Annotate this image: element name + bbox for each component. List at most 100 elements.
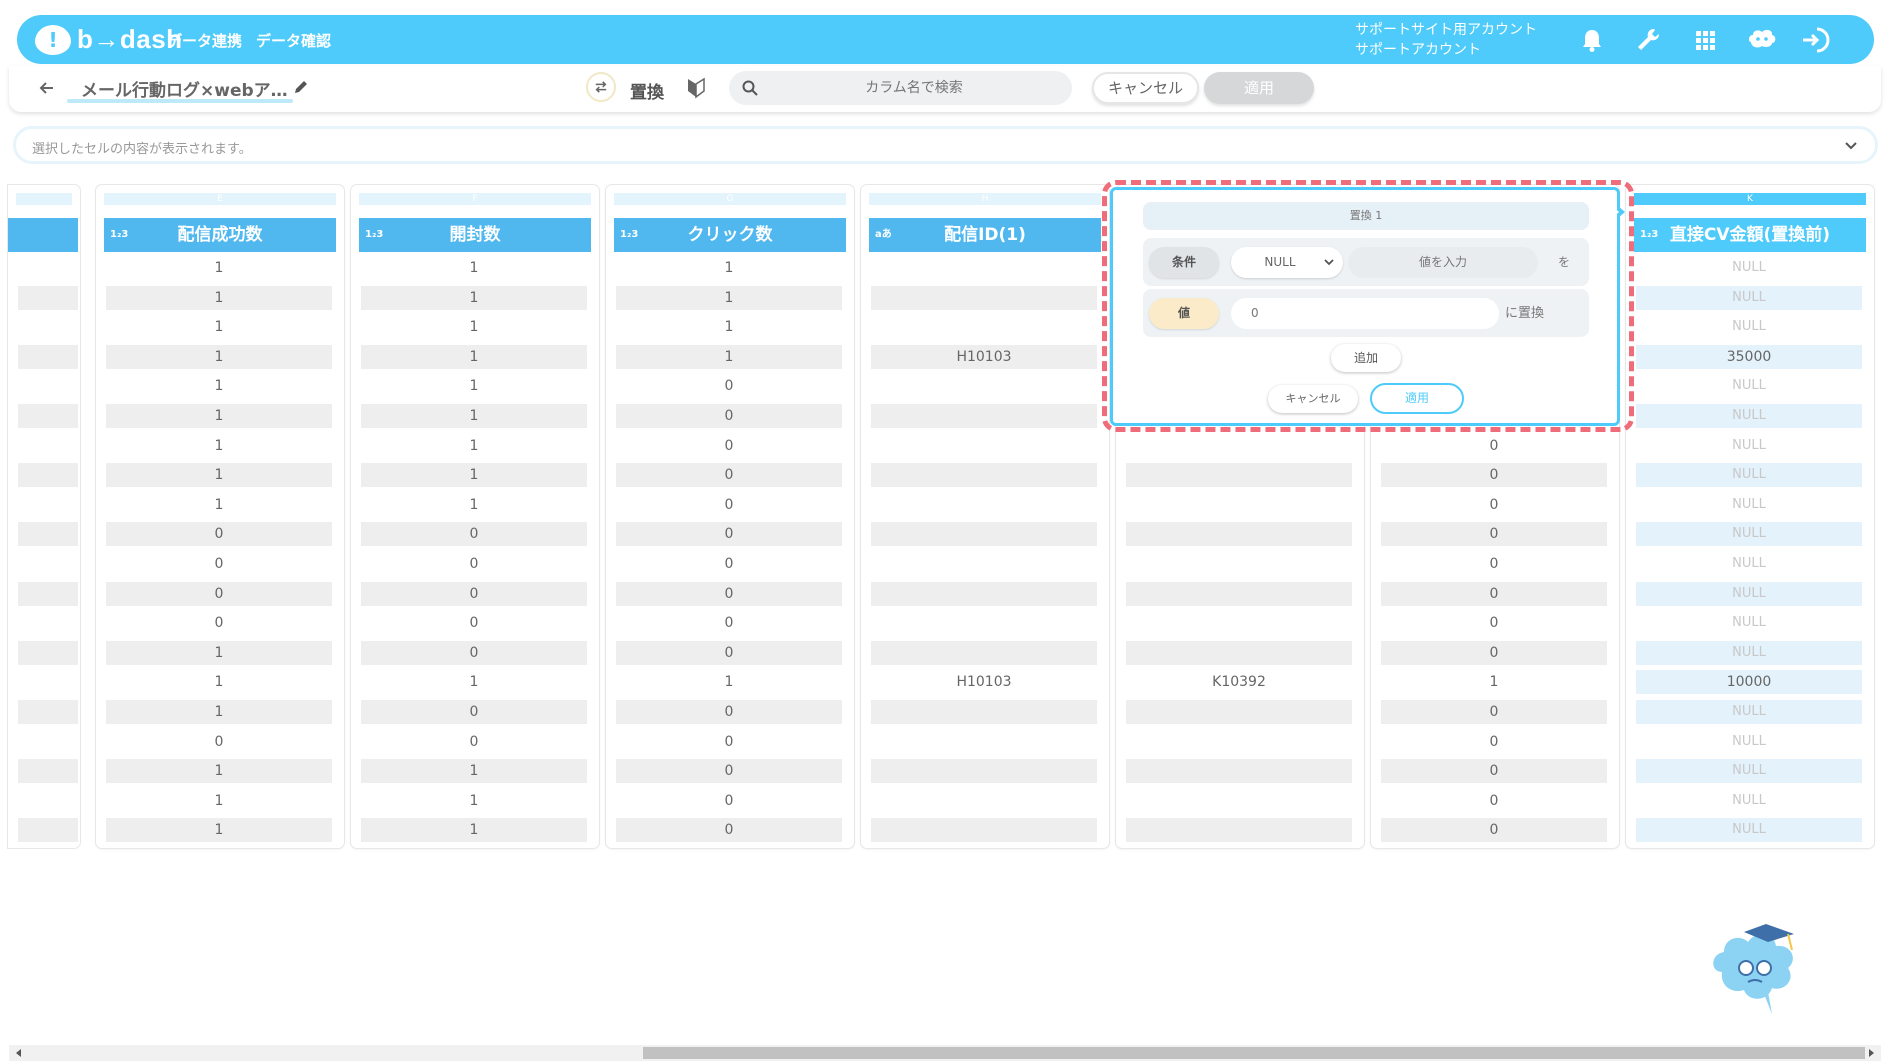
table-cell[interactable]: H10103 (871, 670, 1097, 694)
table-cell[interactable]: NULL (1636, 640, 1862, 665)
table-cell[interactable]: 0 (361, 611, 587, 635)
cell-content-bar[interactable]: 選択したセルの内容が表示されます。 (13, 126, 1878, 164)
table-cell[interactable]: NULL (1636, 581, 1862, 606)
column-header[interactable]: 1₂3 クリック数 (614, 218, 846, 252)
column-header[interactable]: aあ 配信ID(1) (869, 218, 1101, 252)
table-cell[interactable] (18, 434, 78, 458)
table-cell[interactable]: 0 (616, 434, 842, 458)
table-cell[interactable]: 0 (616, 522, 842, 547)
table-cell[interactable]: 1 (361, 315, 587, 339)
table-cell[interactable] (871, 374, 1097, 398)
logout-icon[interactable] (1799, 25, 1833, 55)
table-cell[interactable]: 1 (106, 818, 332, 843)
table-cell[interactable]: 1 (616, 670, 842, 694)
table-cell[interactable]: 1 (616, 256, 842, 280)
table-cell[interactable]: 1 (361, 374, 587, 398)
column-header[interactable]: 1₂3 開封数 (359, 218, 591, 252)
table-cell[interactable]: 0 (616, 640, 842, 665)
condition-select[interactable]: NULL (1231, 247, 1343, 278)
table-cell[interactable]: NULL (1636, 256, 1862, 280)
table-cell[interactable]: 0 (616, 700, 842, 724)
scroll-right-arrow-icon[interactable] (1866, 1048, 1876, 1058)
wrench-icon[interactable] (1633, 25, 1663, 55)
table-cell[interactable] (18, 759, 78, 784)
add-rule-button[interactable]: 追加 (1331, 344, 1401, 372)
table-cell[interactable] (1126, 522, 1352, 547)
table-cell[interactable]: 35000 (1636, 344, 1862, 369)
table-cell[interactable]: 0 (1381, 818, 1607, 843)
table-cell[interactable] (871, 285, 1097, 310)
table-cell[interactable]: 1 (361, 759, 587, 784)
table-cell[interactable]: 1 (361, 404, 587, 428)
table-cell[interactable]: 1 (106, 434, 332, 458)
table-cell[interactable]: 0 (1381, 700, 1607, 724)
table-cell[interactable]: 1 (361, 256, 587, 280)
table-cell[interactable]: 10000 (1636, 670, 1862, 695)
table-cell[interactable]: 1 (106, 315, 332, 339)
chevron-down-icon[interactable] (1843, 137, 1859, 153)
table-cell[interactable]: 0 (1381, 789, 1607, 813)
table-cell[interactable] (871, 700, 1097, 724)
table-cell[interactable] (18, 493, 78, 517)
table-cell[interactable]: NULL (1636, 759, 1862, 784)
table-cell[interactable]: 1 (106, 789, 332, 813)
table-cell[interactable]: 1 (106, 285, 332, 310)
table-cell[interactable] (1126, 789, 1352, 813)
table-cell[interactable] (1126, 552, 1352, 576)
account-info[interactable]: サポートサイト用アカウント サポートアカウント (1355, 20, 1537, 60)
nav-data-integration[interactable]: データ連携 (167, 30, 242, 51)
replace-mode-icon[interactable] (586, 72, 616, 102)
table-cell[interactable] (18, 256, 78, 280)
table-cell[interactable]: NULL (1636, 434, 1862, 458)
table-cell[interactable] (18, 700, 78, 724)
table-cell[interactable]: 0 (1381, 581, 1607, 606)
column-header[interactable] (8, 218, 78, 252)
table-cell[interactable] (18, 315, 78, 339)
table-cell[interactable]: 0 (1381, 522, 1607, 547)
table-cell[interactable]: 0 (361, 522, 587, 547)
table-cell[interactable]: 0 (106, 522, 332, 547)
table-cell[interactable] (871, 552, 1097, 576)
table-cell[interactable] (18, 522, 78, 547)
table-cell[interactable]: 0 (616, 463, 842, 488)
apply-button[interactable]: 適用 (1204, 72, 1314, 104)
table-cell[interactable] (871, 522, 1097, 547)
scroll-left-arrow-icon[interactable] (14, 1048, 24, 1058)
table-cell[interactable]: 0 (1381, 611, 1607, 635)
grid-icon[interactable] (1690, 25, 1720, 55)
table-cell[interactable]: NULL (1636, 315, 1862, 339)
table-cell[interactable]: 1 (106, 404, 332, 428)
table-cell[interactable]: NULL (1636, 404, 1862, 428)
table-cell[interactable]: 1 (106, 700, 332, 724)
table-cell[interactable]: NULL (1636, 552, 1862, 576)
table-cell[interactable] (871, 404, 1097, 428)
column-search[interactable] (729, 71, 1072, 105)
table-cell[interactable] (1126, 434, 1352, 458)
table-cell[interactable]: NULL (1636, 611, 1862, 635)
table-cell[interactable] (871, 463, 1097, 488)
column-header[interactable]: 1₂3 配信成功数 (104, 218, 336, 252)
table-cell[interactable] (871, 759, 1097, 784)
scrollbar-thumb[interactable] (643, 1047, 1865, 1059)
table-cell[interactable] (871, 640, 1097, 665)
table-cell[interactable]: 0 (616, 374, 842, 398)
table-cell[interactable] (871, 581, 1097, 606)
table-cell[interactable]: 1 (106, 670, 332, 694)
table-cell[interactable] (18, 581, 78, 606)
table-cell[interactable] (1126, 759, 1352, 784)
table-cell[interactable]: 0 (616, 789, 842, 813)
table-cell[interactable]: 1 (106, 256, 332, 280)
table-cell[interactable]: 1 (361, 493, 587, 517)
table-cell[interactable]: 0 (1381, 640, 1607, 665)
table-cell[interactable] (871, 434, 1097, 458)
table-cell[interactable]: 0 (106, 552, 332, 576)
table-cell[interactable] (18, 404, 78, 428)
dataset-title[interactable]: メール行動ログ×webア… (81, 76, 288, 101)
table-cell[interactable]: 1 (106, 463, 332, 488)
table-cell[interactable] (18, 640, 78, 665)
table-cell[interactable]: NULL (1636, 700, 1862, 724)
table-cell[interactable] (18, 374, 78, 398)
table-cell[interactable]: 1 (106, 344, 332, 369)
table-cell[interactable]: 0 (1381, 759, 1607, 784)
table-cell[interactable] (871, 493, 1097, 517)
